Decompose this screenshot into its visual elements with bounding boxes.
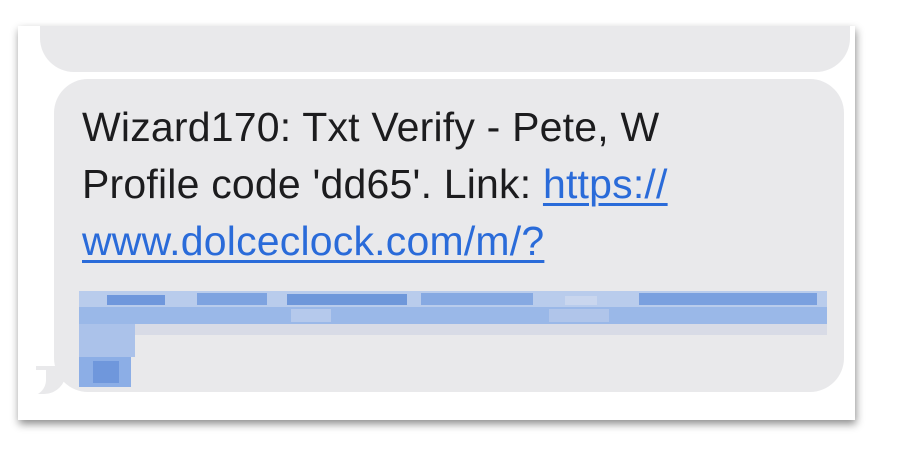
incoming-message-bubble[interactable]: Wizard170: Txt Verify - Pete, W Profile … [54, 79, 844, 392]
message-text: Wizard170: Txt Verify - Pete, W Profile … [82, 99, 822, 270]
screenshot-card: Wizard170: Txt Verify - Pete, W Profile … [18, 26, 855, 420]
message-link[interactable]: https:// [543, 161, 668, 207]
message-line-3: www.dolceclock.com/m/? [82, 213, 822, 270]
previous-message-bubble [40, 26, 850, 72]
message-line-2: Profile code 'dd65'. Link: https:// [82, 156, 822, 213]
message-line-2-text: Profile code 'dd65'. Link: [82, 161, 543, 207]
message-line-1: Wizard170: Txt Verify - Pete, W [82, 104, 660, 150]
message-link-continued[interactable]: www.dolceclock.com/m/? [82, 218, 544, 264]
redacted-link-pixelation [79, 291, 827, 389]
